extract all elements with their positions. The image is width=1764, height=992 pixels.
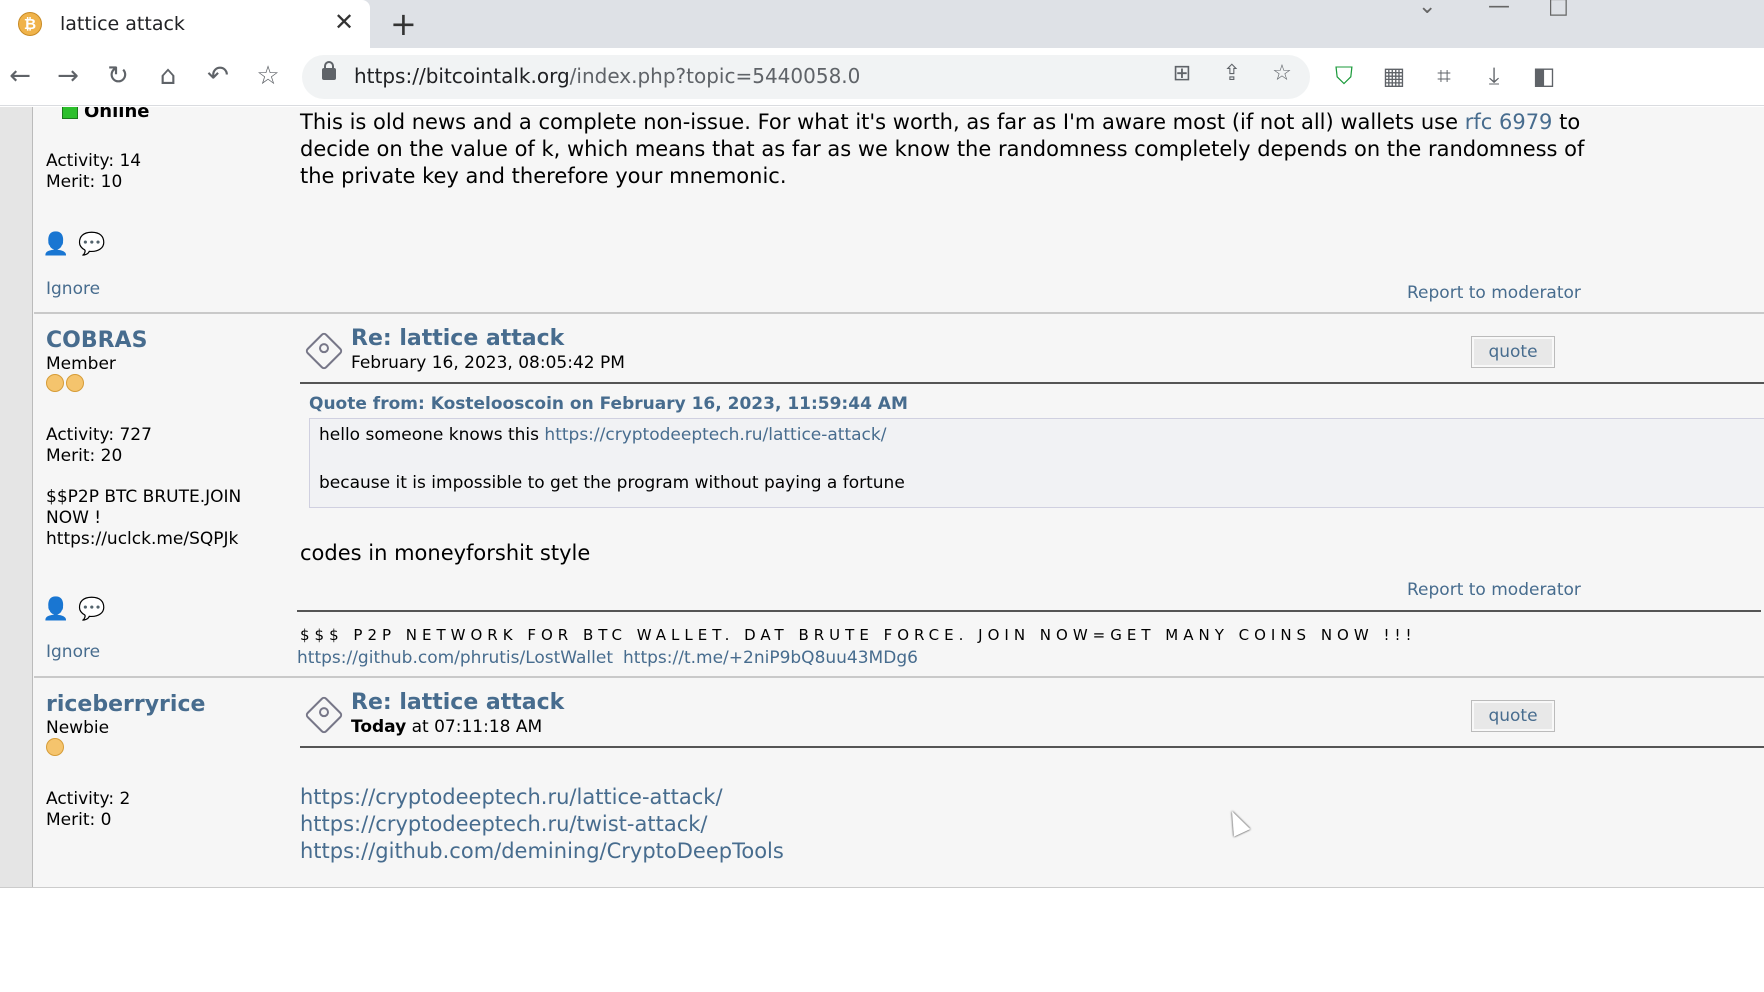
- post-divider: [300, 746, 1764, 748]
- message-icon[interactable]: 💬: [78, 232, 105, 257]
- back-arrow-icon[interactable]: ←: [4, 60, 36, 92]
- share-icon[interactable]: ⇪: [1216, 61, 1248, 86]
- forum-post: riceberryrice Newbie Activity: 2 Merit: …: [34, 676, 1764, 887]
- url-host: https://bitcointalk.org: [354, 64, 570, 88]
- shield-extension-icon[interactable]: ⛉: [1328, 60, 1360, 92]
- download-icon[interactable]: ⤓: [1478, 60, 1510, 92]
- address-bar[interactable]: https://bitcointalk.org/index.php?topic=…: [302, 55, 1310, 99]
- rfc-link[interactable]: rfc 6979: [1465, 110, 1553, 134]
- bookmark-star-icon[interactable]: ☆: [252, 60, 284, 92]
- post-subject-link[interactable]: Re: lattice attack: [351, 690, 564, 715]
- quote-box: hello someone knows this https://cryptod…: [309, 418, 1764, 508]
- tab-close-icon[interactable]: ✕: [334, 8, 354, 36]
- poster-info: riceberryrice Newbie Activity: 2 Merit: …: [46, 692, 286, 831]
- bitcoin-favicon-icon: ₿: [18, 12, 42, 36]
- quote-link[interactable]: https://cryptodeeptech.ru/lattice-attack…: [544, 425, 886, 445]
- post-body: codes in moneyforshit style: [300, 541, 591, 565]
- undo-icon[interactable]: ↶: [202, 60, 234, 92]
- date-time: at 07:11:18 AM: [406, 717, 543, 737]
- post-subject-link[interactable]: Re: lattice attack: [351, 326, 564, 351]
- quote-line: hello someone knows this https://cryptod…: [319, 423, 1759, 447]
- post-date: Today at 07:11:18 AM: [351, 717, 542, 737]
- post-divider: [300, 382, 1764, 384]
- url-path: /index.php?topic=5440058.0: [569, 64, 861, 88]
- tab-strip: ₿ lattice attack ✕ + ⌄ — □: [0, 0, 1764, 48]
- signature-link[interactable]: https://t.me/+2niP9bQ8uu43MDg6: [623, 648, 918, 668]
- poster-icons: 👤 💬: [42, 232, 114, 257]
- browser-toolbar: ← → ↻ ⌂ ↶ ☆ https://bitcointalk.org/inde…: [0, 48, 1764, 106]
- report-link[interactable]: Report to moderator: [1407, 283, 1581, 303]
- quote-header-link[interactable]: Quote from: Kostelooscoin on February 16…: [309, 394, 908, 414]
- forum-post: Online Activity: 14 Merit: 10 👤 💬 Ignore …: [34, 107, 1764, 312]
- translate-icon[interactable]: ⊞: [1166, 61, 1198, 86]
- crop-icon[interactable]: ⌗: [1428, 60, 1460, 92]
- post-body: This is old news and a complete non-issu…: [300, 109, 1600, 190]
- post-date: February 16, 2023, 08:05:42 PM: [351, 353, 625, 373]
- page-left-border: [0, 107, 33, 887]
- profile-icon[interactable]: 👤: [42, 597, 69, 622]
- quote-button[interactable]: quote: [1471, 700, 1555, 732]
- side-panel-icon[interactable]: ◧: [1528, 60, 1560, 92]
- rank-coins-icon: [46, 374, 86, 397]
- merit: Merit: 10: [46, 172, 123, 192]
- online-label: Online: [84, 107, 150, 122]
- profile-icon[interactable]: 👤: [42, 232, 69, 257]
- reload-icon[interactable]: ↻: [102, 60, 134, 92]
- username-link[interactable]: COBRAS: [46, 328, 286, 353]
- username-link[interactable]: riceberryrice: [46, 692, 286, 717]
- user-rank: Newbie: [46, 718, 110, 738]
- forward-arrow-icon[interactable]: →: [52, 60, 84, 92]
- signature-divider: [297, 610, 1761, 612]
- poster-info: Online Activity: 14 Merit: 10: [46, 107, 286, 193]
- home-icon[interactable]: ⌂: [152, 60, 184, 92]
- online-status: Online: [62, 107, 149, 122]
- message-icon[interactable]: 💬: [78, 597, 105, 622]
- ignore-link[interactable]: Ignore: [46, 642, 100, 662]
- url-text[interactable]: https://bitcointalk.org/index.php?topic=…: [354, 64, 860, 88]
- merit: Merit: 0: [46, 810, 112, 830]
- tab-active[interactable]: ₿ lattice attack ✕: [0, 0, 370, 48]
- personal-text: $$P2P BTC BRUTE.JOIN NOW ! https://uclck…: [46, 487, 242, 549]
- date-today: Today: [351, 717, 407, 737]
- signature-link[interactable]: https://github.com/phrutis/LostWallet: [297, 648, 613, 668]
- quote-line-2: because it is impossible to get the prog…: [319, 473, 905, 493]
- activity: Activity: 2: [46, 789, 131, 809]
- maximize-button[interactable]: □: [1548, 0, 1569, 19]
- post-link[interactable]: https://cryptodeeptech.ru/lattice-attack…: [300, 784, 784, 811]
- rank-coin-icon: [46, 738, 66, 761]
- extensions-grid-icon[interactable]: ▦: [1378, 60, 1410, 92]
- activity: Activity: 14: [46, 151, 142, 171]
- lock-icon[interactable]: [322, 61, 336, 80]
- quote-text: hello someone knows this: [319, 425, 545, 445]
- forum-post: COBRAS Member Activity: 727 Merit: 20 $$…: [34, 312, 1764, 677]
- report-link[interactable]: Report to moderator: [1407, 580, 1581, 600]
- poster-icons: 👤 💬: [42, 597, 114, 622]
- post-icon: [304, 695, 344, 735]
- merit: Merit: 20: [46, 446, 123, 466]
- page-bottom-blank: [0, 887, 1764, 992]
- new-tab-button[interactable]: +: [390, 4, 417, 44]
- signature-links: https://github.com/phrutis/LostWallet htt…: [297, 648, 928, 668]
- activity: Activity: 727: [46, 425, 152, 445]
- post-icon: [304, 331, 344, 371]
- post-text: This is old news and a complete non-issu…: [300, 110, 1465, 134]
- user-rank: Member: [46, 354, 116, 374]
- online-indicator-icon: [62, 107, 78, 119]
- quote-button[interactable]: quote: [1471, 336, 1555, 368]
- tab-title: lattice attack: [60, 13, 185, 35]
- tab-search-chevron-icon[interactable]: ⌄: [1418, 0, 1436, 19]
- forum-thread: Online Activity: 14 Merit: 10 👤 💬 Ignore …: [0, 107, 1764, 887]
- poster-info: COBRAS Member Activity: 727 Merit: 20 $$…: [46, 328, 286, 550]
- post-body: https://cryptodeeptech.ru/lattice-attack…: [300, 784, 784, 865]
- post-link[interactable]: https://cryptodeeptech.ru/twist-attack/: [300, 811, 784, 838]
- signature-text: $$$ P2P NETWORK FOR BTC WALLET. DAT BRUT…: [300, 626, 1417, 644]
- ignore-link[interactable]: Ignore: [46, 279, 100, 299]
- star-icon[interactable]: ☆: [1266, 61, 1298, 86]
- post-link[interactable]: https://github.com/demining/CryptoDeepTo…: [300, 838, 784, 865]
- minimize-button[interactable]: —: [1488, 0, 1510, 19]
